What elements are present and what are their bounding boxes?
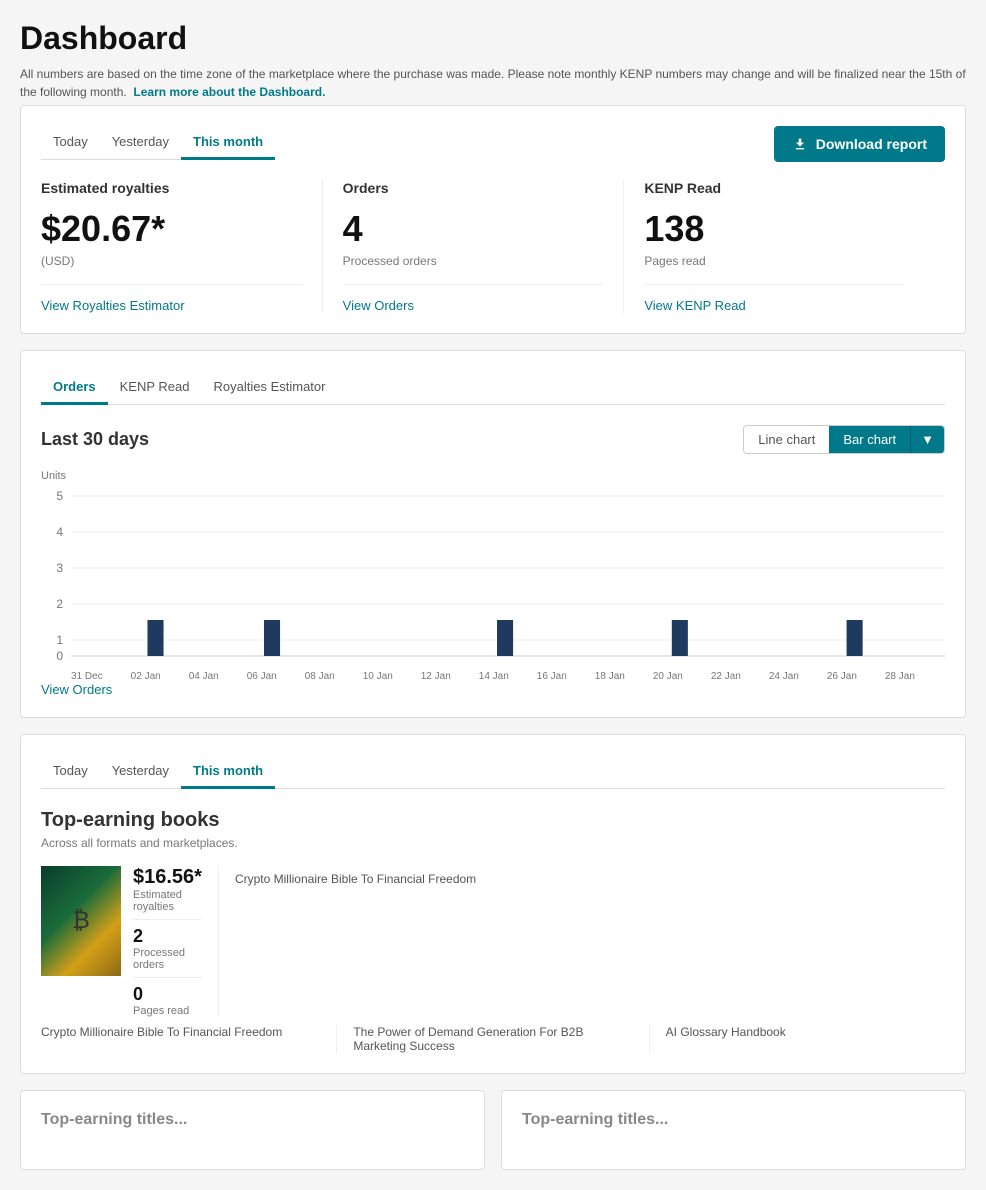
x-tick-3: 06 Jan bbox=[247, 671, 277, 682]
x-tick-6: 12 Jan bbox=[421, 671, 451, 682]
x-tick-11: 22 Jan bbox=[711, 671, 741, 682]
book-name-0: Crypto Millionaire Bible To Financial Fr… bbox=[235, 872, 986, 1017]
x-tick-7: 14 Jan bbox=[479, 671, 509, 682]
tab-books-yesterday[interactable]: Yesterday bbox=[100, 755, 181, 789]
orders-value: 4 bbox=[343, 208, 604, 250]
royalties-sub: (USD) bbox=[41, 254, 302, 268]
top-books-tabs: Today Yesterday This month bbox=[41, 755, 945, 789]
page-title: Dashboard bbox=[20, 20, 966, 57]
royalties-label: Estimated royalties bbox=[41, 180, 302, 196]
bar-chart-svg: 5 4 3 2 1 0 bbox=[41, 486, 945, 666]
tab-yesterday[interactable]: Yesterday bbox=[100, 126, 181, 160]
chart-title: Last 30 days bbox=[41, 429, 149, 450]
svg-text:1: 1 bbox=[56, 633, 63, 647]
book-pages-0: 0 bbox=[133, 984, 202, 1005]
x-tick-13: 26 Jan bbox=[827, 671, 857, 682]
view-orders-link[interactable]: View Orders bbox=[343, 298, 414, 313]
top-books-subtitle: Across all formats and marketplaces. bbox=[41, 836, 945, 850]
tab-this-month[interactable]: This month bbox=[181, 126, 275, 160]
x-tick-14: 28 Jan bbox=[885, 671, 915, 682]
chart-controls: Line chart Bar chart ▼ bbox=[743, 425, 945, 454]
summary-card: Today Yesterday This month Download repo… bbox=[20, 105, 966, 334]
kenp-value: 138 bbox=[644, 208, 905, 250]
chart-tabs: Orders KENP Read Royalties Estimator bbox=[41, 371, 945, 405]
summary-tabs: Today Yesterday This month bbox=[41, 126, 275, 160]
book-item-0: ₿ $16.56* Estimated royalties 2 Processe… bbox=[41, 866, 219, 1017]
royalties-value: $20.67* bbox=[41, 208, 302, 250]
view-royalties-link[interactable]: View Royalties Estimator bbox=[41, 298, 185, 313]
orders-label: Orders bbox=[343, 180, 604, 196]
bottom-row: Top-earning titles... Top-earning titles… bbox=[20, 1090, 966, 1170]
tab-books-this-month[interactable]: This month bbox=[181, 755, 275, 789]
svg-text:5: 5 bbox=[56, 489, 63, 503]
learn-more-link[interactable]: Learn more about the Dashboard. bbox=[133, 85, 325, 99]
x-tick-12: 24 Jan bbox=[769, 671, 799, 682]
kenp-stat: KENP Read 138 Pages read View KENP Read bbox=[644, 180, 925, 313]
svg-text:0: 0 bbox=[56, 649, 63, 663]
page-subtitle: All numbers are based on the time zone o… bbox=[20, 65, 966, 101]
view-orders-chart-link[interactable]: View Orders bbox=[41, 682, 112, 697]
stats-row: Estimated royalties $20.67* (USD) View R… bbox=[41, 180, 945, 313]
orders-stat: Orders 4 Processed orders View Orders bbox=[343, 180, 625, 313]
x-tick-4: 08 Jan bbox=[305, 671, 335, 682]
chevron-down-icon: ▼ bbox=[921, 432, 934, 447]
kenp-sub: Pages read bbox=[644, 254, 905, 268]
y-axis-label: Units bbox=[41, 470, 945, 482]
tab-today[interactable]: Today bbox=[41, 126, 100, 160]
view-kenp-link[interactable]: View KENP Read bbox=[644, 298, 745, 313]
x-tick-10: 20 Jan bbox=[653, 671, 683, 682]
x-tick-9: 18 Jan bbox=[595, 671, 625, 682]
svg-text:3: 3 bbox=[56, 561, 63, 575]
book-orders-0: 2 bbox=[133, 926, 202, 947]
tab-orders[interactable]: Orders bbox=[41, 371, 108, 405]
tab-books-today[interactable]: Today bbox=[41, 755, 100, 789]
book-royalty-label-0: Estimated royalties bbox=[133, 889, 202, 913]
top-books-card: Today Yesterday This month Top-earning b… bbox=[20, 734, 966, 1074]
book-name-1: The Power of Demand Generation For B2B M… bbox=[353, 1025, 649, 1053]
book-orders-label-0: Processed orders bbox=[133, 947, 202, 971]
chart-type-dropdown[interactable]: ▼ bbox=[910, 426, 944, 453]
x-tick-2: 04 Jan bbox=[189, 671, 219, 682]
chart-area: Units 5 4 3 2 1 0 bbox=[41, 470, 945, 670]
x-tick-8: 16 Jan bbox=[537, 671, 567, 682]
chart-card: Orders KENP Read Royalties Estimator Las… bbox=[20, 350, 966, 718]
x-tick-0: 31 Dec bbox=[71, 671, 103, 682]
svg-text:4: 4 bbox=[56, 525, 63, 539]
bottom-card-0: Top-earning titles... bbox=[20, 1090, 485, 1170]
book-stats-0: $16.56* Estimated royalties 2 Processed … bbox=[133, 866, 202, 1017]
tab-kenp-read[interactable]: KENP Read bbox=[108, 371, 202, 405]
book-pages-label-0: Pages read bbox=[133, 1005, 202, 1017]
chart-header: Last 30 days Line chart Bar chart ▼ bbox=[41, 425, 945, 454]
download-icon bbox=[792, 136, 808, 152]
top-books-title: Top-earning books bbox=[41, 809, 945, 832]
svg-text:2: 2 bbox=[56, 597, 63, 611]
bottom-card-title-0: Top-earning titles... bbox=[41, 1111, 464, 1129]
royalties-stat: Estimated royalties $20.67* (USD) View R… bbox=[41, 180, 323, 313]
download-report-button[interactable]: Download report bbox=[774, 126, 945, 162]
bottom-card-1: Top-earning titles... bbox=[501, 1090, 966, 1170]
books-row: ₿ $16.56* Estimated royalties 2 Processe… bbox=[41, 866, 945, 1017]
orders-sub: Processed orders bbox=[343, 254, 604, 268]
bottom-card-title-1: Top-earning titles... bbox=[522, 1111, 945, 1129]
book-names-row: Crypto Millionaire Bible To Financial Fr… bbox=[41, 1025, 945, 1053]
x-tick-1: 02 Jan bbox=[131, 671, 161, 682]
book-name-0: Crypto Millionaire Bible To Financial Fr… bbox=[41, 1025, 337, 1053]
x-tick-5: 10 Jan bbox=[363, 671, 393, 682]
book-royalty-0: $16.56* bbox=[133, 866, 202, 889]
book-name-2: AI Glossary Handbook bbox=[666, 1025, 945, 1053]
bar-chart-button[interactable]: Bar chart bbox=[829, 426, 910, 453]
book-cover-0: ₿ bbox=[41, 866, 121, 976]
tab-royalties-estimator[interactable]: Royalties Estimator bbox=[202, 371, 338, 405]
line-chart-button[interactable]: Line chart bbox=[744, 426, 829, 453]
kenp-label: KENP Read bbox=[644, 180, 905, 196]
